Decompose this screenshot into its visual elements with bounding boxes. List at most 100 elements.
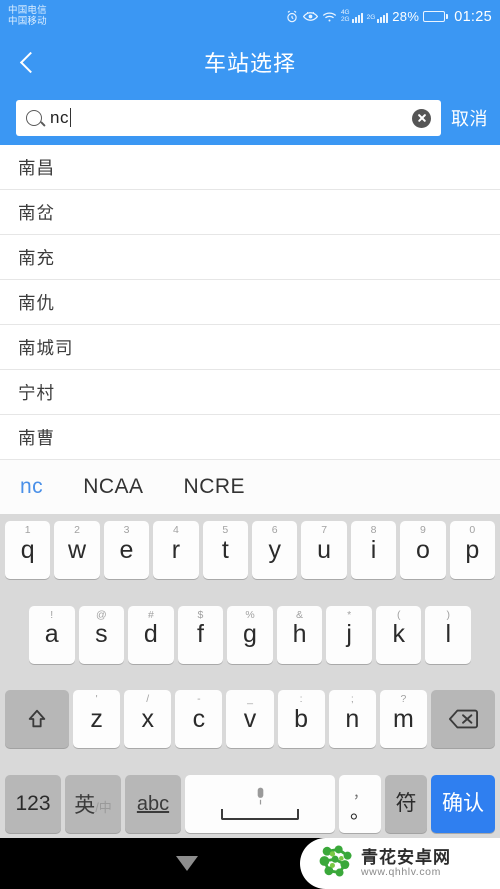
key-label: d xyxy=(143,620,158,649)
battery-icon xyxy=(423,11,449,22)
watermark-title: 青花安卓网 xyxy=(361,848,451,868)
list-item[interactable]: 宁村 xyxy=(0,370,500,415)
key-hint: / xyxy=(146,693,150,706)
key-l[interactable]: ) l xyxy=(425,605,472,664)
key-hint: 7 xyxy=(321,524,328,536)
key-label: abc xyxy=(136,792,170,815)
alarm-icon xyxy=(285,10,299,24)
symbol-key[interactable]: 符 xyxy=(385,774,427,833)
station-name: 南昌 xyxy=(18,157,55,178)
key-j[interactable]: * j xyxy=(326,605,372,664)
key-label: k xyxy=(392,620,405,649)
key-label: c xyxy=(192,704,206,733)
key-s[interactable]: @ s xyxy=(78,605,125,664)
key-hint: @ xyxy=(95,608,107,621)
key-hint: ) xyxy=(446,608,451,621)
key-label: e xyxy=(119,535,134,564)
key-hint: # xyxy=(147,608,154,621)
key-z[interactable]: ' z xyxy=(73,690,121,749)
signal-2g-icon: 2G xyxy=(367,10,389,23)
key-d[interactable]: # d xyxy=(128,605,174,664)
key-c[interactable]: -c xyxy=(175,690,223,749)
numeric-mode-key[interactable]: 123 xyxy=(5,774,61,833)
key-hint: $ xyxy=(197,608,204,621)
key-label: w xyxy=(68,535,87,564)
nav-back-icon[interactable] xyxy=(175,856,198,871)
key-label: y xyxy=(268,535,281,564)
key-hint: & xyxy=(296,608,304,621)
key-u[interactable]: 7u xyxy=(301,521,347,579)
language-toggle-key[interactable]: 英/中 xyxy=(65,774,121,833)
key-w[interactable]: 2w xyxy=(54,521,100,579)
back-button[interactable] xyxy=(0,33,56,91)
key-hint: 5 xyxy=(222,524,229,536)
carrier-2: 中国移动 xyxy=(8,15,47,27)
ime-candidate-bar: nc NCAA NCRE xyxy=(0,460,500,515)
key-i[interactable]: 8i xyxy=(350,521,397,579)
key-label: s xyxy=(95,620,108,649)
key-label: u xyxy=(317,535,332,564)
text-caret xyxy=(69,108,72,127)
list-item[interactable]: 南城司 xyxy=(0,325,500,370)
keyboard-row-1: 1q 2w 3e 4r 5t 6y 7u 8i 9o 0p xyxy=(3,521,497,579)
key-label: 英/中 xyxy=(74,793,112,817)
space-key-inner xyxy=(221,787,299,821)
key-label: m xyxy=(393,704,414,733)
system-navigation-bar: 青花安卓网 www.qhhlv.com xyxy=(0,838,500,889)
list-item[interactable]: 南仇 xyxy=(0,280,500,325)
key-a[interactable]: ! a xyxy=(28,605,75,664)
key-x[interactable]: / x xyxy=(124,690,172,749)
enter-key[interactable]: 确认 xyxy=(431,774,495,833)
backspace-key[interactable] xyxy=(430,690,495,749)
key-h[interactable]: & h xyxy=(276,605,323,664)
key-o[interactable]: 9o xyxy=(400,521,446,579)
key-label: o xyxy=(415,535,430,564)
key-g[interactable]: % g xyxy=(227,605,273,664)
station-name: 南城司 xyxy=(18,337,74,358)
key-label: r xyxy=(171,535,181,564)
abc-mode-key[interactable]: abc xyxy=(125,774,181,833)
key-r[interactable]: 4r xyxy=(153,521,199,579)
key-n[interactable]: ; n xyxy=(328,690,376,749)
candidate-item[interactable]: nc xyxy=(20,475,43,499)
key-q[interactable]: 1q xyxy=(4,521,51,579)
list-item[interactable]: 南充 xyxy=(0,235,500,280)
key-f[interactable]: $ f xyxy=(177,605,224,664)
key-t[interactable]: 5t xyxy=(202,521,248,579)
signal-bars-secondary xyxy=(377,10,389,23)
status-bar: 中国电信 中国移动 4G 2G 2G 28% 01:25 xyxy=(0,0,500,33)
search-input[interactable]: nc xyxy=(16,100,441,136)
key-b[interactable]: :b xyxy=(277,690,325,749)
key-p[interactable]: 0p xyxy=(449,521,496,579)
key-e[interactable]: 3e xyxy=(103,521,150,579)
chevron-left-icon xyxy=(19,51,41,73)
list-item[interactable]: 南昌 xyxy=(0,145,500,190)
key-label: j xyxy=(346,620,352,649)
space-key[interactable] xyxy=(185,774,335,833)
candidate-item[interactable]: NCAA xyxy=(83,475,143,499)
punctuation-key[interactable]: ， 。 xyxy=(339,774,381,833)
key-label: i xyxy=(370,535,377,564)
list-item[interactable]: 南曹 xyxy=(0,415,500,460)
list-item[interactable]: 南岔 xyxy=(0,190,500,235)
candidate-item[interactable]: NCRE xyxy=(184,475,246,499)
search-input-value: nc xyxy=(50,108,72,128)
key-label: q xyxy=(20,535,35,564)
key-hint: : xyxy=(299,693,303,706)
key-hint: - xyxy=(197,693,201,706)
key-k[interactable]: (k xyxy=(375,605,422,664)
key-hint: 3 xyxy=(123,524,130,536)
cancel-button[interactable]: 取消 xyxy=(451,105,490,131)
key-y[interactable]: 6y xyxy=(252,521,298,579)
eye-icon xyxy=(302,10,318,23)
clear-icon[interactable] xyxy=(412,108,431,128)
keyboard-row-4: 123 英/中 abc ， 。 符 确认 xyxy=(3,774,497,833)
watermark-url: www.qhhlv.com xyxy=(361,865,441,878)
key-v[interactable]: _ v xyxy=(226,690,274,749)
microphone-icon[interactable] xyxy=(253,787,268,806)
shift-key[interactable] xyxy=(5,690,69,749)
app-header: 车站选择 xyxy=(0,33,500,91)
key-m[interactable]: ? m xyxy=(379,690,427,749)
station-name: 南充 xyxy=(18,247,55,268)
keyboard-row-2: ! a @ s # d $ f % g & h * j (k ) l xyxy=(3,605,497,664)
